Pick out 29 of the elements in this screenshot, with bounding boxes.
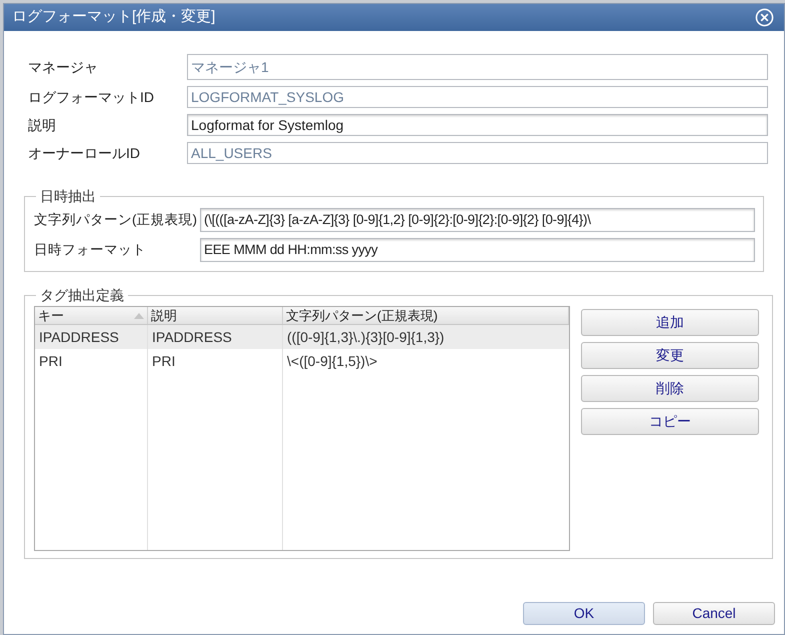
text-field[interactable]: EEE MMM dd HH:mm:ss yyyy [200, 238, 755, 262]
action-button[interactable]: 削除 [581, 375, 759, 402]
field-label: 説明 [28, 116, 57, 134]
field-label: ログフォーマットID [28, 88, 155, 106]
field-label: 文字列パターン(正規表現) [34, 210, 198, 229]
table-cell-text: IPADDRESS [151, 328, 233, 346]
column-header[interactable]: 文字列パターン(正規表現) [283, 307, 569, 324]
column-header[interactable]: 説明 [148, 307, 283, 324]
table-cell-text: \<([0-9]{1,5})\> [286, 352, 378, 371]
text-field[interactable]: Logformat for Systemlog [187, 114, 768, 136]
table-row[interactable]: IPADDRESS IPADDRESS (([0-9]{1,3}\.){3}[0-9]{1,3}) [35, 325, 569, 349]
group-title: タグ抽出定義 [39, 286, 125, 305]
field-label: オーナーロールID [28, 144, 141, 162]
close-icon[interactable] [755, 8, 774, 27]
action-button[interactable]: 変更 [581, 342, 759, 369]
column-header[interactable]: キー [35, 307, 148, 324]
action-button[interactable]: コピー [581, 408, 759, 435]
window-title: ログフォーマット[作成・変更] [12, 7, 216, 28]
text-field[interactable]: (\[(([a-zA-Z]{3} [a-zA-Z]{3} [0-9]{1,2} [0-9]{2}:[0-9]{2}:[0-9]{2} [0-9]{4})\ [200, 208, 755, 232]
dialog-button[interactable]: Cancel [653, 602, 775, 625]
table-cell-text: IPADDRESS [38, 328, 120, 346]
table-cell-text: (([0-9]{1,3}\.){3}[0-9]{1,3}) [286, 328, 446, 347]
field-label: マネージャ [28, 58, 99, 76]
table-cell-text: PRI [151, 352, 176, 370]
table-cell-text: PRI [38, 352, 64, 370]
field-label: 日時フォーマット [34, 240, 147, 259]
dialog-button[interactable]: OK [523, 602, 645, 625]
action-button[interactable]: 追加 [581, 309, 759, 336]
group-title: 日時抽出 [39, 187, 97, 206]
